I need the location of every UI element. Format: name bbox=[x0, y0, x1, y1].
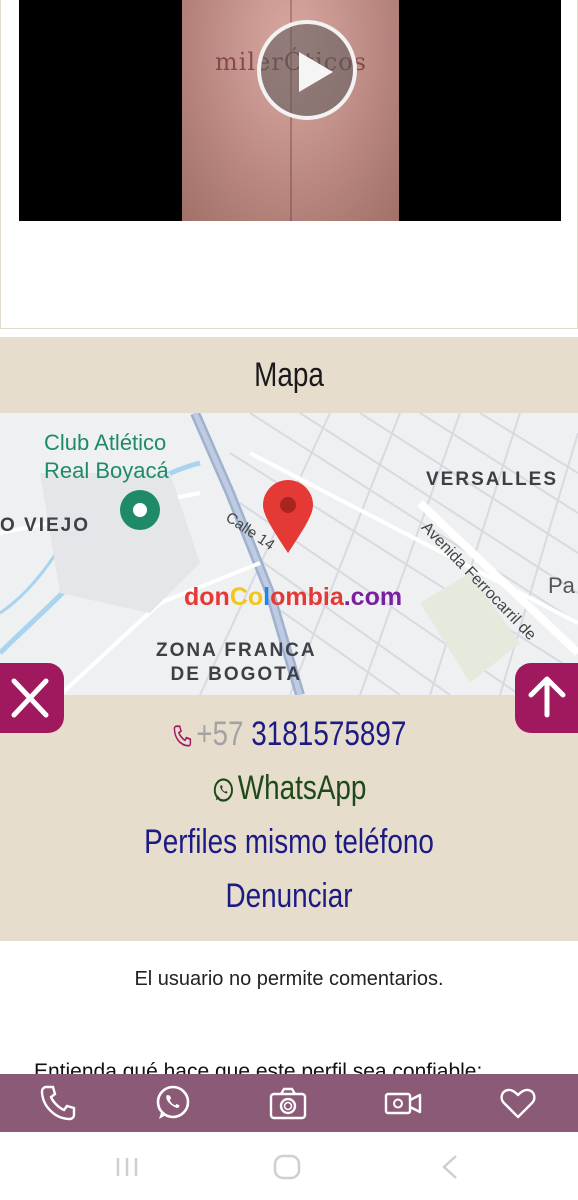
zona-franca-line2: DE BOGOTA bbox=[170, 664, 303, 685]
whatsapp-icon bbox=[213, 778, 233, 802]
club-label-line2: Real Boyacá bbox=[44, 458, 169, 483]
scroll-top-button[interactable] bbox=[515, 663, 578, 733]
same-phone-profiles-link[interactable]: Perfiles mismo teléfono bbox=[52, 815, 526, 869]
play-button[interactable] bbox=[257, 20, 357, 120]
brand-part-com: .com bbox=[343, 583, 403, 611]
contact-links: +57 3181575897 WhatsApp Perfiles mismo t… bbox=[0, 707, 578, 923]
comments-disabled-note: El usuario no permite comentarios. bbox=[134, 968, 444, 990]
phone-prefix: +57 bbox=[196, 715, 244, 753]
map[interactable]: Club Atlético Real Boyacá O VIEJO VERSAL… bbox=[0, 413, 578, 695]
close-button[interactable] bbox=[0, 663, 64, 733]
phone-icon[interactable] bbox=[38, 1083, 78, 1123]
viejo-label: O VIEJO bbox=[0, 515, 91, 536]
video-icon[interactable] bbox=[383, 1083, 423, 1123]
whatsapp-label: WhatsApp bbox=[237, 769, 367, 807]
heart-icon[interactable] bbox=[498, 1083, 538, 1123]
arrow-up-icon bbox=[528, 676, 566, 718]
club-label: Club Atlético Real Boyacá bbox=[44, 429, 169, 485]
bottom-action-bar bbox=[0, 1074, 578, 1132]
video-card: milerÓticos bbox=[0, 0, 578, 329]
brand-part-don: don bbox=[184, 583, 230, 611]
pa-label: Pa bbox=[548, 573, 575, 598]
doncolombia-watermark: donColombia.com bbox=[184, 583, 402, 612]
club-pin-icon bbox=[120, 490, 160, 530]
phone-number: 3181575897 bbox=[251, 715, 407, 753]
versalles-label: VERSALLES bbox=[426, 469, 559, 490]
zona-franca-label: ZONA FRANCA DE BOGOTA bbox=[156, 639, 317, 687]
map-title: Mapa bbox=[254, 356, 324, 394]
recent-apps-icon[interactable] bbox=[112, 1154, 142, 1180]
club-label-line1: Club Atlético bbox=[44, 430, 167, 455]
brand-part-co: Co bbox=[229, 583, 264, 611]
map-section: Mapa Club Atlético Real Boyacá O VIEJO V… bbox=[0, 337, 578, 941]
phone-icon bbox=[173, 725, 192, 747]
whatsapp-link[interactable]: WhatsApp bbox=[52, 761, 526, 815]
whatsapp-icon[interactable] bbox=[153, 1083, 193, 1123]
brand-part-ombia: ombia bbox=[270, 583, 344, 611]
video-player[interactable]: milerÓticos bbox=[19, 0, 561, 221]
system-navigation-bar bbox=[0, 1132, 578, 1200]
zona-franca-line1: ZONA FRANCA bbox=[156, 640, 317, 661]
close-icon bbox=[11, 678, 49, 718]
home-icon[interactable] bbox=[272, 1153, 302, 1181]
camera-icon[interactable] bbox=[268, 1083, 308, 1123]
back-icon[interactable] bbox=[438, 1153, 462, 1181]
phone-link[interactable]: +57 3181575897 bbox=[52, 707, 526, 761]
report-link[interactable]: Denunciar bbox=[52, 869, 526, 923]
